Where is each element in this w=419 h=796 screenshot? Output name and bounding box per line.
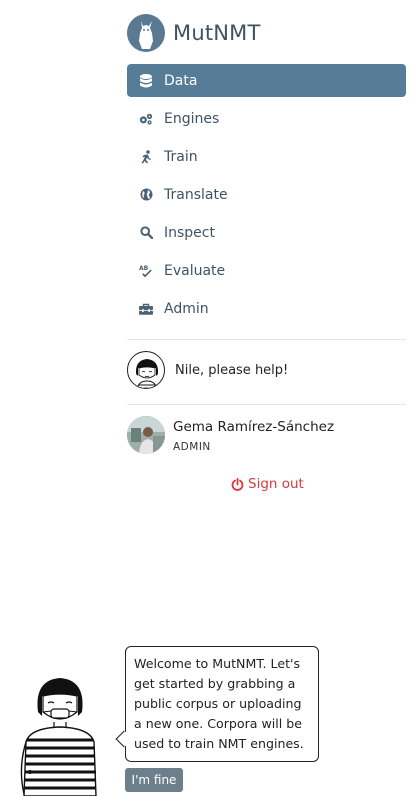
sign-out-button[interactable]: Sign out [231,476,304,492]
assistant-illustration [20,678,97,796]
nav-item-label: Translate [164,186,228,203]
user-role: ADMIN [173,441,211,453]
assistant-message: Welcome to MutNMT. Let's get started by … [134,656,304,751]
spell-check-icon: AB [139,264,153,278]
nav-item-inspect[interactable]: Inspect [127,216,406,249]
power-icon [231,477,244,491]
nav-item-label: Train [164,148,198,165]
user-profile[interactable]: Gema Ramírez-Sánchez ADMIN [127,416,334,454]
assistant-avatar-icon [127,351,165,389]
nav-item-admin[interactable]: Admin [127,292,406,325]
cogs-icon [139,112,153,126]
app-logo[interactable]: MutNMT [127,14,261,52]
nav-item-label: Admin [164,300,209,317]
svg-text:AB: AB [139,265,149,272]
nav-item-label: Inspect [164,224,215,241]
divider [127,339,406,340]
nav-item-data[interactable]: Data [127,64,406,97]
help-label: Nile, please help! [175,362,289,378]
sign-out-label: Sign out [248,476,304,492]
nav-item-label: Data [164,72,198,89]
dismiss-button[interactable]: I'm fine [125,768,183,792]
user-name: Gema Ramírez-Sánchez [173,419,335,435]
nav-item-translate[interactable]: Translate [127,178,406,211]
assistant-message-bubble: Welcome to MutNMT. Let's get started by … [115,646,319,762]
toolbox-icon [139,302,153,316]
divider [127,404,406,405]
running-icon [139,149,153,164]
bubble-tail [115,730,133,748]
app-title: MutNMT [173,21,261,45]
globe-icon [139,188,153,202]
nav-item-engines[interactable]: Engines [127,102,406,135]
database-icon [139,73,153,88]
nav-item-train[interactable]: Train [127,140,406,173]
search-icon [139,226,153,240]
avatar [127,416,165,454]
nav-item-evaluate[interactable]: AB Evaluate [127,254,406,287]
nav-item-label: Evaluate [164,262,226,279]
app-logo-icon [127,14,165,52]
sidebar-nav: Data Engines Train Translate Inspect AB … [127,64,406,330]
nav-item-label: Engines [164,110,220,127]
help-button[interactable]: Nile, please help! [127,351,288,389]
